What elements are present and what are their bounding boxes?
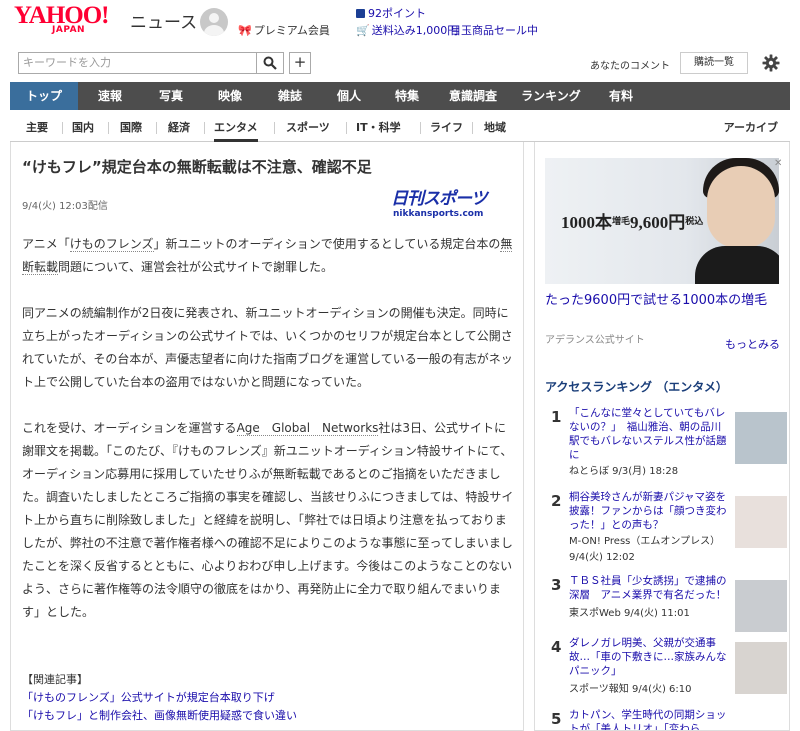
article-body: アニメ「けものフレンズ」新ユニットのオーディションで使用するとしている規定台本の…	[22, 233, 518, 647]
subnav-divider	[274, 122, 275, 134]
source-logo-main: 日刊スポーツ	[391, 189, 488, 209]
gift-icon: 🎀	[238, 24, 252, 37]
top-header: YAHOO! JAPAN ニュース 🎀 プレミアム会員 92ポイント 🛒 送料込み1…	[0, 0, 800, 48]
keyword-link-company[interactable]: Age Global Networks	[236, 421, 379, 436]
related-articles: 【関連記事】 「けものフレンズ」公式サイトが規定台本取り下げ 「けもフレ」と制作…	[22, 671, 518, 725]
nav-individual[interactable]: 個人	[320, 82, 378, 110]
subnav-region[interactable]: 地域	[484, 114, 506, 142]
sidebar: 1000本増毛9,600円税込 ✕ たった9600円で試せる1000本の増毛 ア…	[534, 142, 790, 731]
ranking-item[interactable]: 1 「こんなに堂々としていてもバレないの？」 福山雅治、朝の品川駅でもバレないス…	[545, 406, 787, 482]
nav-feature[interactable]: 特集	[378, 82, 436, 110]
premium-member-link[interactable]: 🎀 プレミアム会員	[238, 22, 330, 38]
article-title: “けもフレ”規定台本の無断転載は不注意、確認不足	[22, 158, 372, 176]
rank-headline[interactable]: ダレノガレ明美、父親が交通事故…「車の下敷きに…家族みんなパニック」	[569, 636, 729, 678]
news-section-label[interactable]: ニュース	[130, 8, 197, 33]
subnav-divider	[204, 122, 205, 134]
yahoo-logo-sub: JAPAN	[52, 25, 86, 35]
gear-icon[interactable]	[762, 54, 780, 72]
subnav-economy[interactable]: 経済	[168, 114, 190, 142]
access-ranking-title: アクセスランキング （エンタメ）	[545, 380, 728, 394]
nav-survey[interactable]: 意識調査	[436, 82, 510, 110]
subnav-international[interactable]: 国際	[120, 114, 142, 142]
subnav-divider	[472, 122, 473, 134]
ad-model-body	[695, 246, 779, 284]
nav-paid[interactable]: 有料	[592, 82, 650, 110]
nav-breaking[interactable]: 速報	[78, 82, 142, 110]
nav-top[interactable]: トップ	[10, 82, 78, 110]
user-avatar[interactable]	[200, 8, 228, 36]
subnav-sports[interactable]: スポーツ	[286, 114, 330, 142]
nav-ranking[interactable]: ランキング	[510, 82, 592, 110]
related-article-link[interactable]: 「けものフレンズ」公式サイトが規定台本取り下げ	[22, 689, 518, 707]
search-icon	[263, 56, 277, 70]
main-nav: トップ 速報 写真 映像 雑誌 個人 特集 意識調査 ランキング 有料	[10, 82, 790, 110]
rank-headline[interactable]: 「こんなに堂々としていてもバレないの？」 福山雅治、朝の品川駅でもバレないステル…	[569, 406, 729, 462]
article-paragraph: アニメ「けものフレンズ」新ユニットのオーディションで使用するとしている規定台本の…	[22, 237, 513, 275]
ad-more-link[interactable]: もっとみる	[725, 336, 780, 352]
rank-number: 5	[551, 710, 562, 728]
source-logo-sub: nikkansports.com	[393, 209, 484, 219]
nav-video[interactable]: 映像	[200, 82, 260, 110]
related-articles-heading: 【関連記事】	[22, 673, 88, 686]
rank-number: 2	[551, 492, 562, 510]
rank-meta: M-ON! Press（エムオンプレス）	[569, 536, 721, 547]
ad-source: アデランス公式サイト	[545, 335, 645, 346]
subnav-divider	[346, 122, 347, 134]
rank-headline[interactable]: カトパン、学生時代の同期ショットが「美人トリオ」「変わら	[569, 708, 729, 730]
subnav-life[interactable]: ライフ	[430, 114, 463, 142]
ranking-item[interactable]: 2 桐谷美玲さんが新妻パジャマ姿を披露！ファンからは「顔つき変わった！」との声も…	[545, 490, 787, 566]
rank-meta: スポーツ報知 9/4(火) 6:10	[569, 684, 692, 695]
article-paragraph: これを受け、オーディションを運営するAge Global Networks社は3…	[22, 421, 514, 619]
article-paragraph: 同アニメの続編制作が2日夜に発表され、新ユニットオーディションの開催も決定。同時…	[22, 306, 513, 389]
rank-headline[interactable]: 桐谷美玲さんが新妻パジャマ姿を披露！ファンからは「顔つき変わった！」との声も？	[569, 490, 729, 532]
source-logo[interactable]: 日刊スポーツ nikkansports.com	[391, 184, 509, 222]
search-button[interactable]	[256, 52, 284, 74]
ad-model-face	[707, 166, 775, 248]
archive-link[interactable]: アーカイブ	[724, 114, 778, 141]
ad-banner[interactable]: 1000本増毛9,600円税込	[545, 158, 779, 284]
rank-headline[interactable]: ＴＢＳ社員「少女誘拐」で逮捕の深層 アニメ業界で有名だった！	[569, 574, 729, 602]
subnav-divider	[108, 122, 109, 134]
article-date: 9/4(火) 12:03配信	[22, 201, 108, 212]
sub-nav: 主要 国内 国際 経済 エンタメ スポーツ IT・科学 ライフ 地域 アーカイブ	[10, 114, 790, 142]
rank-thumbnail[interactable]	[735, 412, 787, 464]
your-comments-link[interactable]: あなたのコメント	[590, 57, 670, 72]
keyword-link-kemono-friends[interactable]: けものフレンズ	[69, 237, 154, 252]
subnav-main[interactable]: 主要	[26, 114, 48, 142]
rank-thumbnail[interactable]	[735, 580, 787, 632]
points-link[interactable]: 92ポイント	[356, 5, 426, 21]
rank-meta-date: 9/4(火) 12:02	[569, 552, 635, 563]
ad-close-icon[interactable]: ✕	[774, 158, 782, 169]
shipping-link[interactable]: 🛒 送料込み1,000円	[356, 22, 458, 38]
nav-magazine[interactable]: 雑誌	[260, 82, 320, 110]
nav-photo[interactable]: 写真	[142, 82, 200, 110]
rank-meta: ねとらぼ 9/3(月) 18:28	[569, 466, 679, 477]
subnav-domestic[interactable]: 国内	[72, 114, 94, 142]
subnav-divider	[156, 122, 157, 134]
rank-thumbnail[interactable]	[735, 496, 787, 548]
subnav-it-science[interactable]: IT・科学	[356, 114, 401, 142]
subscription-list-button[interactable]: 購読一覧	[680, 52, 748, 74]
rank-meta: 東スポWeb 9/4(火) 11:01	[569, 608, 690, 619]
subnav-divider	[62, 122, 63, 134]
rank-number: 1	[551, 408, 562, 426]
related-article-link[interactable]: 「けもフレ」と制作会社、画像無断使用疑惑で食い違い	[22, 707, 518, 725]
subnav-divider	[420, 122, 421, 134]
rank-number: 4	[551, 638, 562, 656]
sale-link[interactable]: 目玉商品セール中	[450, 22, 538, 38]
subnav-entertainment[interactable]: エンタメ	[214, 114, 258, 142]
ranking-item[interactable]: 5 カトパン、学生時代の同期ショットが「美人トリオ」「変わら	[545, 708, 785, 730]
ad-banner-text: 1000本増毛9,600円税込	[561, 213, 704, 232]
ranking-item[interactable]: 4 ダレノガレ明美、父親が交通事故…「車の下敷きに…家族みんなパニック」 スポー…	[545, 636, 787, 712]
search-input[interactable]: キーワードを入力	[18, 52, 256, 74]
add-button[interactable]: +	[289, 52, 311, 74]
ad-title-link[interactable]: たった9600円で試せる1000本の増毛	[545, 292, 779, 310]
article: “けもフレ”規定台本の無断転載は不注意、確認不足 9/4(火) 12:03配信 …	[10, 142, 524, 731]
rank-number: 3	[551, 576, 562, 594]
cart-icon: 🛒	[356, 24, 370, 37]
tpoint-icon	[356, 9, 365, 18]
search-row: キーワードを入力 + あなたのコメント 購読一覧	[0, 52, 800, 76]
rank-thumbnail[interactable]	[735, 642, 787, 694]
